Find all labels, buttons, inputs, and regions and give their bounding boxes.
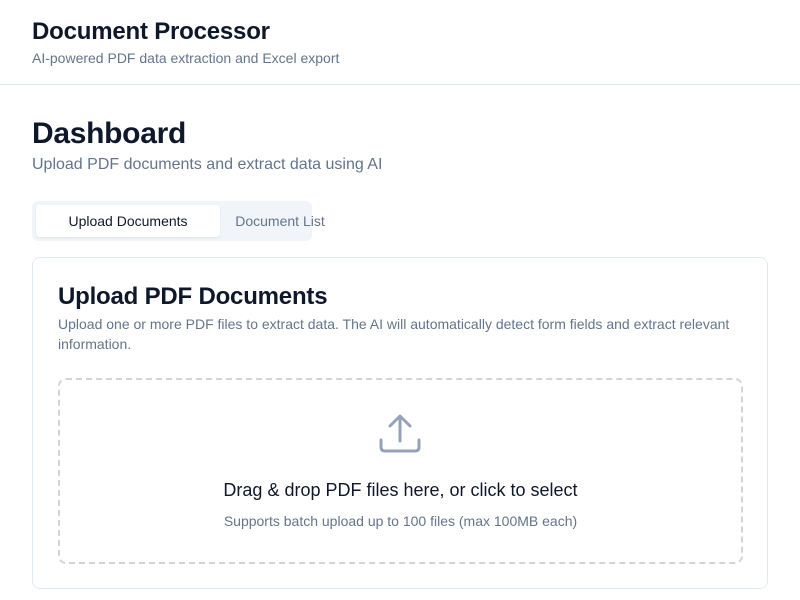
tab-document-list[interactable]: Document List — [222, 205, 338, 237]
dropzone-title: Drag & drop PDF files here, or click to … — [223, 480, 578, 500]
card-description: Upload one or more PDF files to extract … — [58, 316, 730, 352]
page-title: Dashboard — [32, 117, 186, 150]
file-dropzone[interactable]: Drag & drop PDF files here, or click to … — [58, 378, 743, 564]
card-title: Upload PDF Documents — [58, 283, 328, 310]
dropzone-hint: Supports batch upload up to 100 files (m… — [223, 513, 578, 529]
app-title: Document Processor — [32, 18, 270, 45]
upload-card: Upload PDF Documents Upload one or more … — [32, 257, 768, 589]
tab-upload-documents[interactable]: Upload Documents — [36, 205, 220, 237]
page-subtitle: Upload PDF documents and extract data us… — [32, 156, 383, 173]
upload-icon — [379, 414, 421, 453]
tab-list: Upload Documents Document List — [32, 201, 325, 241]
app-header: Document Processor AI-powered PDF data e… — [0, 0, 800, 85]
app-subtitle: AI-powered PDF data extraction and Excel… — [32, 50, 340, 66]
